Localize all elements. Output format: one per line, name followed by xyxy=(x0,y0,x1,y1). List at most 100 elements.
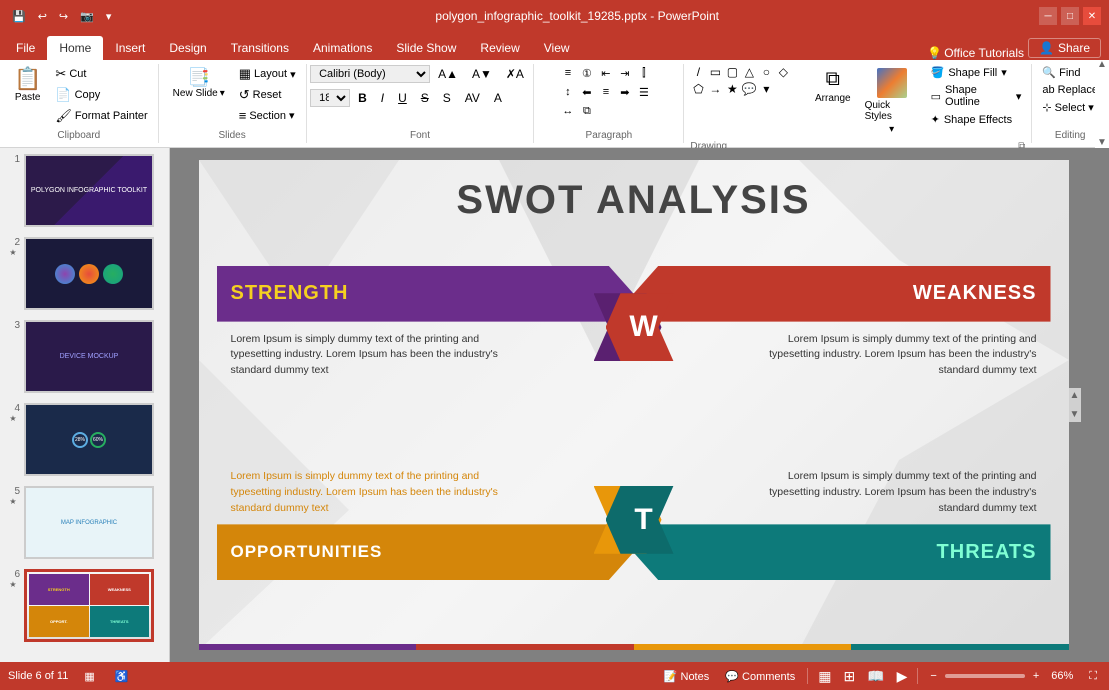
slide-2-item[interactable]: 2 ★ xyxy=(4,235,165,312)
slide-canvas[interactable]: SWOT ANALYSIS STRENGTH Lorem Ipsum is si… xyxy=(199,160,1069,650)
strikethrough-button[interactable]: S xyxy=(415,88,435,108)
increase-indent-btn[interactable]: ⇥ xyxy=(616,64,634,82)
zoom-out-btn[interactable]: − xyxy=(926,668,940,684)
present-btn[interactable]: 📷 xyxy=(76,8,98,25)
layout-button[interactable]: ▦ Layout ▾ xyxy=(235,64,300,84)
save-btn[interactable]: 💾 xyxy=(8,8,30,25)
align-center-btn[interactable]: ≡ xyxy=(597,83,615,101)
copy-button[interactable]: 📄 Copy xyxy=(51,85,151,105)
convert-to-smartart-btn[interactable]: ⧉ xyxy=(578,102,596,120)
rounded-rect-shape[interactable]: ▢ xyxy=(724,64,740,80)
reset-button[interactable]: ↺ Reset xyxy=(235,85,300,105)
font-color-button[interactable]: A xyxy=(488,88,508,108)
tab-design[interactable]: Design xyxy=(157,36,218,60)
text-dir-btn[interactable]: ↔ xyxy=(559,102,577,120)
tab-slideshow[interactable]: Slide Show xyxy=(384,36,468,60)
new-slide-button[interactable]: 📑 New Slide ▾ xyxy=(165,64,233,103)
scroll-down-btn[interactable]: ▼ xyxy=(1068,407,1082,422)
line-spacing-btn[interactable]: ↕ xyxy=(559,83,577,101)
bullets-btn[interactable]: ≡ xyxy=(559,64,577,82)
section-button[interactable]: ≡ Section ▾ xyxy=(235,106,300,125)
cut-button[interactable]: ✂ Cut xyxy=(51,64,151,84)
zoom-slider[interactable] xyxy=(945,674,1025,678)
undo-btn[interactable]: ↩ xyxy=(34,8,51,25)
bold-button[interactable]: B xyxy=(352,88,373,108)
slide-5-thumb[interactable]: MAP INFOGRAPHIC xyxy=(24,486,154,559)
vertical-scrollbar[interactable]: ▲ ▼ xyxy=(1069,388,1081,422)
arrow-shape[interactable]: → xyxy=(707,81,723,97)
zoom-level[interactable]: 66% xyxy=(1047,668,1077,684)
quick-styles-button[interactable]: Quick Styles ▾ xyxy=(859,64,925,139)
tab-animations[interactable]: Animations xyxy=(301,36,384,60)
tab-home[interactable]: Home xyxy=(47,36,103,60)
shape-effects-button[interactable]: ✦ Shape Effects xyxy=(927,111,1026,128)
slide-4-thumb[interactable]: 28% 60% xyxy=(24,403,154,476)
qa-dropdown-btn[interactable]: ▾ xyxy=(102,8,116,25)
slide-1-item[interactable]: 1 POLYGON INFOGRAPHIC TOOLKIT xyxy=(4,152,165,229)
italic-button[interactable]: I xyxy=(375,88,390,108)
char-spacing-button[interactable]: AV xyxy=(459,88,486,108)
minimize-btn[interactable]: ─ xyxy=(1039,7,1057,25)
slide-show-btn[interactable]: ▶ xyxy=(895,666,910,687)
notes-button[interactable]: 📝 Notes xyxy=(660,668,714,685)
decrease-indent-btn[interactable]: ⇤ xyxy=(597,64,615,82)
close-btn[interactable]: ✕ xyxy=(1083,7,1101,25)
slide-1-thumb[interactable]: POLYGON INFOGRAPHIC TOOLKIT xyxy=(24,154,154,227)
slide-5-item[interactable]: 5 ★ MAP INFOGRAPHIC xyxy=(4,484,165,561)
tab-file[interactable]: File xyxy=(4,36,47,60)
share-button[interactable]: 👤 Share xyxy=(1028,38,1101,58)
shape-outline-button[interactable]: ▭ Shape Outline ▾ xyxy=(927,82,1026,110)
ribbon-scroll-up[interactable]: ▲ xyxy=(1097,60,1107,70)
diamond-shape[interactable]: ◇ xyxy=(775,64,791,80)
format-painter-button[interactable]: 🖌 Format Painter xyxy=(51,106,151,126)
shape-fill-button[interactable]: 🪣 Shape Fill ▾ xyxy=(927,64,1026,81)
triangle-shape[interactable]: △ xyxy=(741,64,757,80)
paste-button[interactable]: 📋 Paste xyxy=(6,64,49,107)
rect-shape[interactable]: ▭ xyxy=(707,64,723,80)
select-button[interactable]: ⊹ Select ▾ xyxy=(1038,99,1102,116)
circle-shape[interactable]: ○ xyxy=(758,64,774,80)
font-name-select[interactable]: Calibri (Body) xyxy=(310,65,430,83)
slide-sorter-btn[interactable]: ⊞ xyxy=(841,666,857,687)
comments-button[interactable]: 💬 Comments xyxy=(721,668,799,685)
pentagon-shape[interactable]: ⬠ xyxy=(690,81,706,97)
decrease-font-btn[interactable]: A▼ xyxy=(466,64,498,84)
line-shape[interactable]: / xyxy=(690,64,706,80)
redo-btn[interactable]: ↪ xyxy=(55,8,72,25)
slide-4-item[interactable]: 4 ★ 28% 60% xyxy=(4,401,165,478)
columns-btn[interactable]: ⫿ xyxy=(635,64,653,82)
reading-view-btn[interactable]: 📖 xyxy=(865,666,886,687)
slide-6-thumb[interactable]: STRENGTH WEAKNESS OPPORT. THREATS xyxy=(24,569,154,642)
find-button[interactable]: 🔍 Find xyxy=(1038,64,1102,81)
numbering-btn[interactable]: ① xyxy=(578,64,596,82)
slide-2-thumb[interactable] xyxy=(24,237,154,310)
tab-insert[interactable]: Insert xyxy=(103,36,157,60)
slide-show-icon[interactable]: ▦ xyxy=(80,668,98,685)
tab-view[interactable]: View xyxy=(532,36,582,60)
slide-6-item[interactable]: 6 ★ STRENGTH WEAKNESS OPPORT. THREATS xyxy=(4,567,165,644)
ribbon-scroll-down[interactable]: ▼ xyxy=(1097,138,1107,148)
accessibility-btn[interactable]: ♿ xyxy=(111,668,133,685)
zoom-in-btn[interactable]: + xyxy=(1029,668,1043,684)
fit-slide-btn[interactable]: ⛶ xyxy=(1085,668,1101,685)
font-size-select[interactable]: 18 xyxy=(310,89,350,107)
maximize-btn[interactable]: □ xyxy=(1061,7,1079,25)
star-shape[interactable]: ★ xyxy=(724,81,740,97)
slide-3-item[interactable]: 3 DEVICE MOCKUP xyxy=(4,318,165,395)
align-right-btn[interactable]: ➡ xyxy=(616,83,634,101)
increase-font-btn[interactable]: A▲ xyxy=(432,64,464,84)
tab-review[interactable]: Review xyxy=(468,36,531,60)
callout-shape[interactable]: 💬 xyxy=(741,81,757,97)
justify-btn[interactable]: ☰ xyxy=(635,83,653,101)
scroll-up-btn[interactable]: ▲ xyxy=(1068,388,1082,403)
align-left-btn[interactable]: ⬅ xyxy=(578,83,596,101)
more-shapes-icon[interactable]: ▾ xyxy=(758,81,774,97)
office-tutorials-link[interactable]: 💡 Office Tutorials xyxy=(927,46,1024,60)
arrange-button[interactable]: ⧉ Arrange xyxy=(809,64,857,108)
replace-button[interactable]: ab Replace xyxy=(1038,82,1102,98)
text-shadow-button[interactable]: S xyxy=(437,88,457,108)
underline-button[interactable]: U xyxy=(392,88,413,108)
slide-3-thumb[interactable]: DEVICE MOCKUP xyxy=(24,320,154,393)
tab-transitions[interactable]: Transitions xyxy=(219,36,301,60)
normal-view-btn[interactable]: ▦ xyxy=(816,666,833,687)
